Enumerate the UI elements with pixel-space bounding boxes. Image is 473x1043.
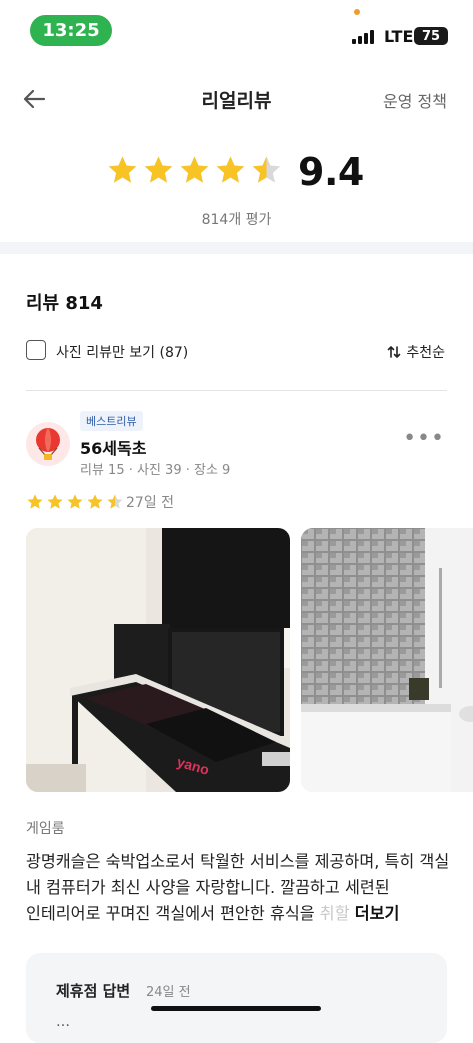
photo-filter-checkbox[interactable] (26, 340, 46, 360)
review-date: 27일 전 (126, 495, 175, 511)
best-review-badge: 베스트리뷰 (80, 411, 143, 431)
section-divider (0, 242, 473, 254)
review-stars (26, 493, 124, 511)
reviews-header: 리뷰 814 (26, 293, 103, 314)
sort-button[interactable]: 추천순 (387, 342, 445, 362)
star-icon (47, 494, 63, 509)
battery-icon: 75 (414, 27, 448, 45)
review-text: 광명캐슬은 숙박업소로서 탁월한 서비스를 제공하며, 특히 객실 내 컴퓨터가… (26, 849, 450, 927)
reply-title: 제휴점 답변 (56, 982, 131, 1000)
star-icon (108, 156, 137, 183)
sort-label: 추천순 (406, 345, 445, 361)
room-type: 게임룸 (26, 821, 65, 837)
rating-count: 814개 평가 (201, 212, 272, 228)
policy-link[interactable]: 운영 정책 (383, 88, 447, 112)
star-icon (107, 494, 123, 509)
read-more-link[interactable]: 더보기 (355, 904, 400, 923)
rating-score: 9.4 (298, 150, 364, 194)
home-indicator (151, 1006, 321, 1011)
reviewer-stats: 리뷰 15 · 사진 39 · 장소 9 (80, 463, 231, 478)
network-type: LTE (384, 27, 414, 46)
review-photo-bathroom[interactable] (301, 528, 473, 792)
more-options-icon[interactable]: ••• (403, 426, 445, 451)
status-time: 13:25 (30, 15, 112, 46)
hot-air-balloon-icon (36, 428, 60, 460)
photo-filter-label[interactable]: 사진 리뷰만 보기 (87) (56, 342, 188, 362)
reply-date: 24일 전 (146, 985, 191, 1000)
star-icon (27, 494, 43, 509)
star-icon (67, 494, 83, 509)
cellular-signal-icon (352, 28, 380, 44)
sort-icon (388, 346, 401, 358)
review-photo-gaming-desk[interactable]: yano (26, 528, 290, 792)
recording-indicator (354, 9, 360, 15)
star-icon (180, 156, 209, 183)
star-icon (252, 156, 281, 183)
star-icon (216, 156, 245, 183)
review-text-faded: 취할 (319, 904, 350, 923)
rating-stars (106, 154, 283, 187)
divider (26, 390, 447, 391)
star-icon (144, 156, 173, 183)
avatar[interactable] (26, 422, 70, 466)
star-icon (87, 494, 103, 509)
reply-text: … (56, 1014, 70, 1030)
battery-level: 75 (421, 28, 441, 44)
reviewer-name[interactable]: 56세독초 (80, 435, 146, 459)
